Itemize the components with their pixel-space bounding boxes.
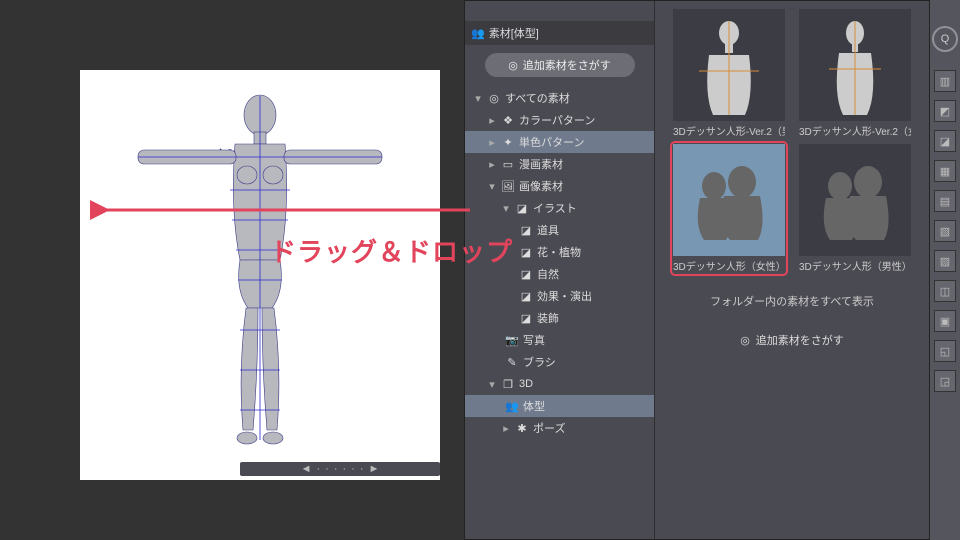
viewport-footer-toolbar[interactable]: ◄······► xyxy=(240,462,440,476)
swirl-icon: ◎ xyxy=(508,59,518,72)
tool-button[interactable]: ◫ xyxy=(934,280,956,302)
pose-icon: ✱ xyxy=(514,422,530,435)
pattern-icon: ✦ xyxy=(500,136,516,149)
pattern-icon: ❖ xyxy=(500,114,516,127)
tree-manga[interactable]: ▸▭漫画素材 xyxy=(465,153,654,175)
drag-drop-annotation: ドラッグ＆ドロップ xyxy=(270,232,513,269)
tool-button[interactable]: ▨ xyxy=(934,250,956,272)
tree-image[interactable]: ▾🖼画像素材 xyxy=(465,175,654,197)
tool-button[interactable]: ◲ xyxy=(934,370,956,392)
materials-panel: 👥 素材[体型] ◎ 追加素材をさがす ▾◎すべての素材 ▸❖カラーパターン ▸… xyxy=(464,0,930,540)
draw-icon: ◪ xyxy=(514,202,530,215)
tree-mono-pattern[interactable]: ▸✦単色パターン xyxy=(465,131,654,153)
thumb-label: 3Dデッサン人形-Ver.2（男性） xyxy=(673,123,785,138)
tool-button[interactable]: ▦ xyxy=(934,160,956,182)
panel-tab[interactable]: 👥 素材[体型] xyxy=(465,21,654,45)
tree-body[interactable]: 👥体型 xyxy=(465,395,654,417)
tree-photo[interactable]: 📷写真 xyxy=(465,329,654,351)
image-icon: 🖼 xyxy=(500,180,516,193)
thumb-label: 3Dデッサン人形（男性） xyxy=(799,258,911,273)
draw-icon: ◪ xyxy=(518,312,534,325)
thumb-figure-male[interactable]: 3Dデッサン人形（男性） xyxy=(799,144,911,273)
draw-icon: ◪ xyxy=(518,290,534,303)
tree-decor[interactable]: ◪装飾 xyxy=(465,307,654,329)
swirl-icon: ◎ xyxy=(740,334,750,347)
tool-button[interactable]: ◪ xyxy=(934,130,956,152)
find-materials-button[interactable]: ◎ 追加素材をさがす xyxy=(485,53,635,77)
quick-access-icon[interactable]: Q xyxy=(932,26,958,52)
thumb-figure-v2-male[interactable]: 3Dデッサン人形-Ver.2（男性） xyxy=(673,9,785,138)
tree-brush[interactable]: ✎ブラシ xyxy=(465,351,654,373)
thumb-label: 3Dデッサン人形（女性） xyxy=(673,258,785,273)
tool-button[interactable]: ▣ xyxy=(934,310,956,332)
draw-icon: ◪ xyxy=(518,246,534,259)
people-icon: 👥 xyxy=(471,27,485,40)
brush-icon: ✎ xyxy=(504,356,520,369)
right-tool-strip: Q ▥ ◩ ◪ ▦ ▤ ▧ ▨ ◫ ▣ ◱ ◲ xyxy=(930,0,960,540)
thumb-figure-v2-female[interactable]: 3Dデッサン人形-Ver.2（女性） xyxy=(799,9,911,138)
folder-note[interactable]: フォルダー内の素材をすべて表示 xyxy=(710,293,874,309)
materials-grid: 3Dデッサン人形-Ver.2（男性） 3Dデッサン人形-Ver.2（女性） 3D… xyxy=(655,1,929,539)
tree-pose[interactable]: ▸✱ポーズ xyxy=(465,417,654,439)
tree-all-materials[interactable]: ▾◎すべての素材 xyxy=(465,87,654,109)
tool-button[interactable]: ◩ xyxy=(934,100,956,122)
tool-button[interactable]: ▥ xyxy=(934,70,956,92)
tree-color-pattern[interactable]: ▸❖カラーパターン xyxy=(465,109,654,131)
camera-icon: 📷 xyxy=(504,334,520,347)
cube-icon: ❒ xyxy=(500,378,516,391)
draw-icon: ◪ xyxy=(518,268,534,281)
materials-tree: 👥 素材[体型] ◎ 追加素材をさがす ▾◎すべての素材 ▸❖カラーパターン ▸… xyxy=(465,1,655,539)
people-icon: 👥 xyxy=(504,400,520,413)
canvas-viewport[interactable]: ◻ ✥ ↻ ✜ ⟳ ⊙ ↯ xyxy=(80,70,440,480)
tree-illust[interactable]: ▾◪イラスト xyxy=(465,197,654,219)
tree-effect[interactable]: ◪効果・演出 xyxy=(465,285,654,307)
thumb-figure-female[interactable]: 3Dデッサン人形（女性） xyxy=(673,144,785,273)
panel-tab-label: 素材[体型] xyxy=(489,25,539,41)
swirl-icon: ◎ xyxy=(486,92,502,105)
find-button-label: 追加素材をさがす xyxy=(523,57,611,73)
tool-button[interactable]: ▧ xyxy=(934,220,956,242)
find-more-button[interactable]: ◎ 追加素材をさがす xyxy=(740,329,844,351)
tree-3d[interactable]: ▾❒3D xyxy=(465,373,654,395)
tool-button[interactable]: ◱ xyxy=(934,340,956,362)
thumb-label: 3Dデッサン人形-Ver.2（女性） xyxy=(799,123,911,138)
draw-icon: ◪ xyxy=(518,224,534,237)
frame-icon: ▭ xyxy=(500,158,516,171)
tool-button[interactable]: ▤ xyxy=(934,190,956,212)
figure-3d[interactable] xyxy=(80,70,440,480)
